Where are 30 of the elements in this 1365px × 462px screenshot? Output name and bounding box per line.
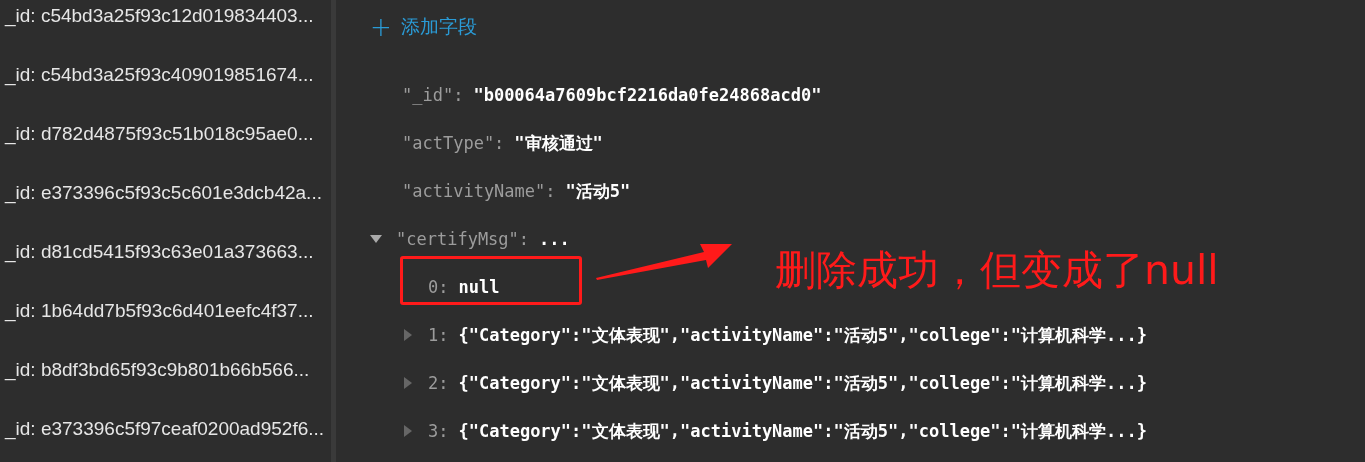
document-list-item[interactable]: _id: d81cd5415f93c63e01a373663... (0, 236, 331, 295)
expand-triangle-icon[interactable] (402, 425, 414, 437)
field-key: "activityName": (402, 181, 556, 201)
document-list-item[interactable]: _id: c54bd3a25f93c409019851674... (0, 59, 331, 118)
field-value: {"Category":"文体表现","activityName":"活动5","college":"计算机科学...} (458, 371, 1147, 395)
document-list-item[interactable]: _id: e373396c5f97ceaf0200ad952f6... (0, 413, 331, 462)
field-key: 2: (428, 373, 449, 393)
expand-triangle-icon[interactable] (402, 329, 414, 341)
document-list-item[interactable]: _id: b8df3bd65f93c9b801b66b566... (0, 354, 331, 413)
document-list-item[interactable]: _id: 1b64dd7b5f93c6d401eefc4f37... (0, 295, 331, 354)
field-value: null (458, 277, 500, 297)
field-key: "actType": (402, 133, 505, 153)
document-list-item[interactable]: _id: d782d4875f93c51b018c95ae0... (0, 118, 331, 177)
annotation-text: 删除成功，但变成了null (775, 245, 1219, 295)
document-list-item[interactable]: _id: c54bd3a25f93c12d019834403... (0, 0, 331, 59)
field-key: 3: (428, 421, 449, 441)
field-key: "certifyMsg": (396, 229, 530, 249)
field-value: ... (539, 229, 570, 249)
field-key: 0: (428, 277, 449, 297)
field-value: "活动5" (565, 179, 631, 203)
expand-triangle-icon[interactable] (402, 377, 414, 389)
field-value: "审核通过" (514, 131, 603, 155)
document-list-item[interactable]: _id: e373396c5f93c5c601e3dcb42a... (0, 177, 331, 236)
field-value: {"Category":"文体表现","activityName":"活动5","college":"计算机科学...} (458, 419, 1147, 443)
collapse-triangle-icon[interactable] (370, 233, 382, 245)
field-key: 1: (428, 325, 449, 345)
field-value: {"Category":"文体表现","activityName":"活动5","college":"计算机科学...} (458, 323, 1147, 347)
add-field-button[interactable]: + 添加字段 (370, 0, 477, 54)
field-value: "b00064a7609bcf2216da0fe24868acd0" (473, 85, 822, 105)
field-key: "_id": (402, 85, 464, 105)
